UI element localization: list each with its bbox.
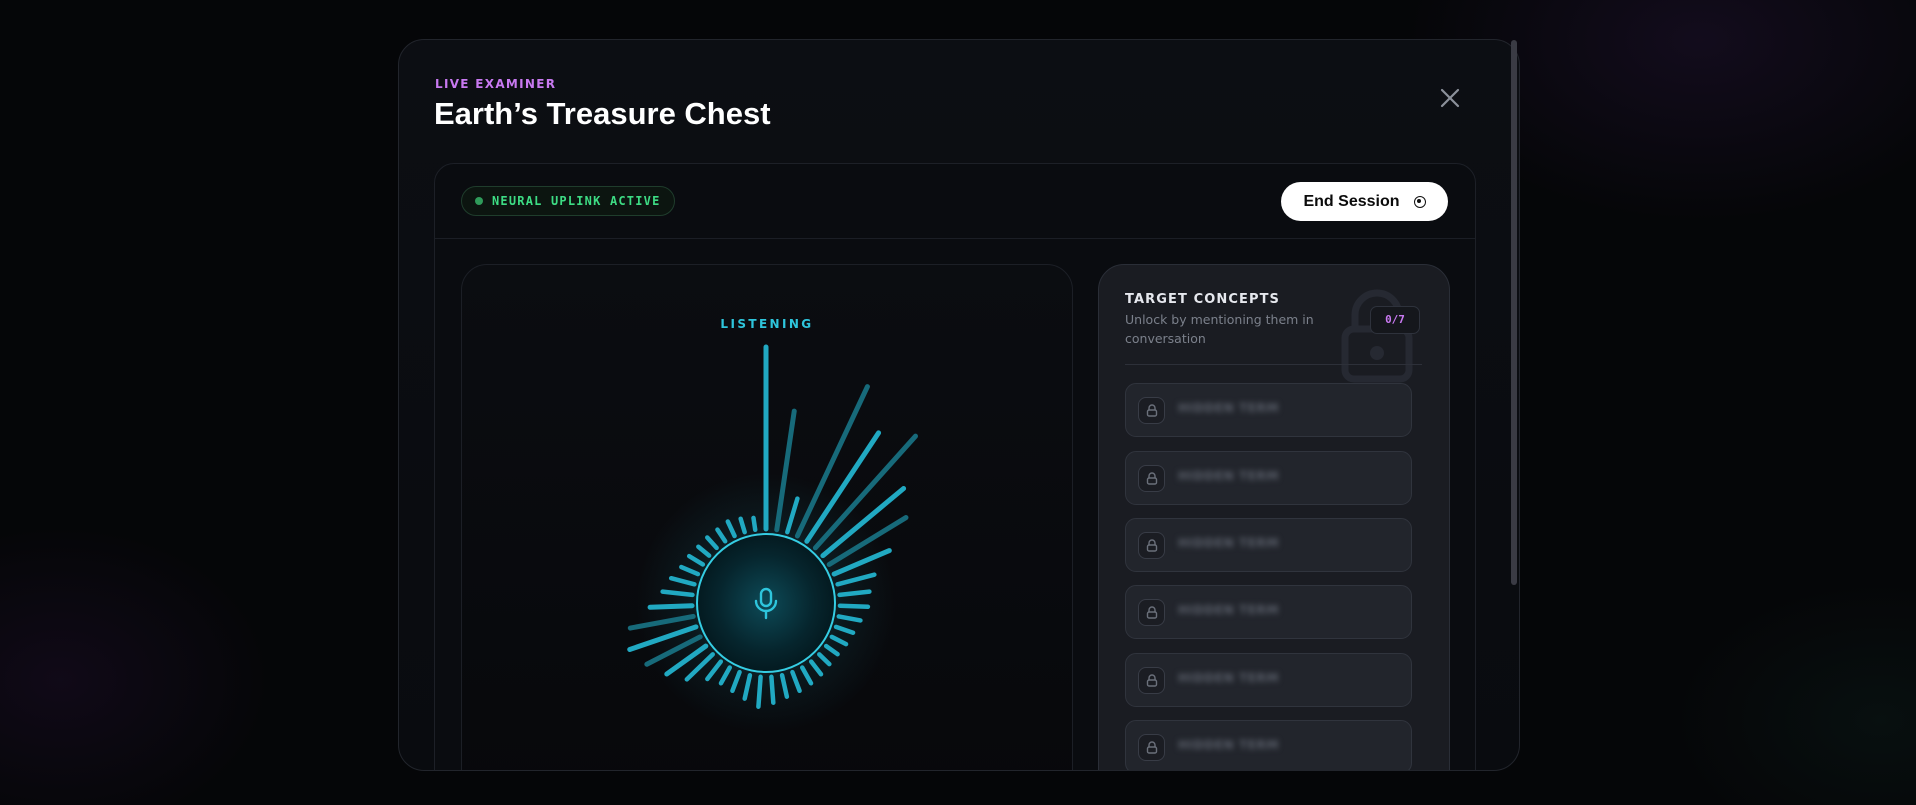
visualizer-bar <box>647 603 695 610</box>
lock-icon <box>1138 667 1165 694</box>
end-session-label: End Session <box>1303 192 1400 210</box>
concept-item: HIDDEN TERM <box>1125 383 1412 437</box>
status-dot-icon <box>475 197 483 205</box>
voice-visualizer-card: LISTENING <box>461 264 1073 770</box>
modal-title: Earth’s Treasure Chest <box>434 96 771 131</box>
concept-item: HIDDEN TERM <box>1125 451 1412 505</box>
visualizer-bar <box>769 674 776 705</box>
concepts-subtitle: Unlock by mentioning them in conversatio… <box>1125 312 1314 346</box>
concept-item: HIDDEN TERM <box>1125 653 1412 707</box>
modal-scrollbar[interactable] <box>1511 40 1517 585</box>
concepts-divider <box>1125 364 1422 365</box>
visualizer-bar <box>751 515 758 533</box>
target-concepts-panel: TARGET CONCEPTS Unlock by mentioning the… <box>1098 264 1450 770</box>
concept-item: HIDDEN TERM <box>1125 585 1412 639</box>
microphone-button[interactable] <box>696 533 836 673</box>
close-icon[interactable] <box>1437 85 1463 111</box>
concepts-title: TARGET CONCEPTS <box>1125 292 1281 307</box>
lock-icon <box>1138 397 1165 424</box>
concept-label: HIDDEN TERM <box>1178 603 1280 617</box>
audio-visualizer <box>627 344 918 733</box>
concept-item: HIDDEN TERM <box>1125 720 1412 770</box>
status-text: NEURAL UPLINK ACTIVE <box>492 194 661 208</box>
session-panel: NEURAL UPLINK ACTIVE End Session LISTENI… <box>434 163 1476 770</box>
modal-eyebrow: LIVE EXAMINER <box>435 77 557 91</box>
unlocked-padlock-icon <box>1341 289 1413 383</box>
concept-item: HIDDEN TERM <box>1125 518 1412 572</box>
lock-icon <box>1138 465 1165 492</box>
status-badge: NEURAL UPLINK ACTIVE <box>461 186 675 216</box>
mic-orb[interactable] <box>696 533 836 673</box>
concept-label: HIDDEN TERM <box>1178 671 1280 685</box>
lock-icon <box>1138 734 1165 761</box>
concept-label: HIDDEN TERM <box>1178 536 1280 550</box>
concept-label: HIDDEN TERM <box>1178 738 1280 752</box>
lock-icon <box>1138 532 1165 559</box>
lock-icon <box>1138 599 1165 626</box>
concepts-count-badge: 0/7 <box>1370 306 1420 334</box>
session-toolbar: NEURAL UPLINK ACTIVE End Session <box>435 164 1475 239</box>
visualizer-bar <box>756 674 763 709</box>
visualizer-bar <box>837 603 871 609</box>
concept-label: HIDDEN TERM <box>1178 469 1280 483</box>
concept-label: HIDDEN TERM <box>1178 401 1280 415</box>
end-session-button[interactable]: End Session <box>1281 182 1448 221</box>
stop-circle-icon <box>1413 195 1426 208</box>
live-examiner-modal: LIVE EXAMINER Earth’s Treasure Chest NEU… <box>398 39 1520 771</box>
close-glyph <box>1440 88 1460 108</box>
